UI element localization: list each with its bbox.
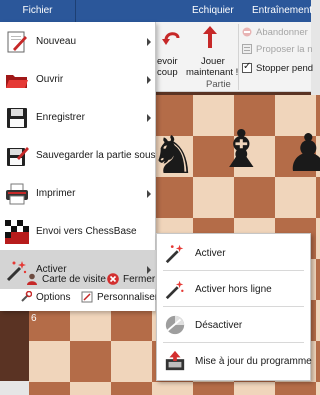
stop-pending-label: Stopper pend <box>256 63 314 74</box>
board-rank-label: 6 <box>31 313 37 324</box>
menu-item-open[interactable]: Ouvrir <box>0 60 156 99</box>
submenu-arrow-icon <box>147 76 151 84</box>
stop-pending-checkbox[interactable] <box>242 61 252 73</box>
customize-label: Personnaliser <box>97 291 159 303</box>
ribbon-separator <box>238 24 239 90</box>
resign-button[interactable]: Abandonner <box>256 27 308 38</box>
activate-wand-icon <box>164 242 186 264</box>
offer-draw-button[interactable]: Proposer la n <box>256 44 313 55</box>
black-pawn-piece[interactable]: ♟ <box>285 128 320 180</box>
customize-icon <box>81 291 93 303</box>
update-program-icon <box>164 350 186 372</box>
submenu-separator <box>163 342 304 343</box>
submenu-item-update-program[interactable]: Mise à jour du programme <box>157 344 312 378</box>
menu-item-label: Enregistrer <box>36 112 85 123</box>
activate-offline-icon <box>164 278 186 300</box>
submenu-item-label: Désactiver <box>195 319 243 331</box>
black-knight-piece[interactable]: ♞ <box>150 130 197 182</box>
close-icon <box>107 273 119 285</box>
new-document-icon <box>5 30 29 54</box>
menu-item-print[interactable]: Imprimer <box>0 174 156 213</box>
ribbon-group-label: Partie <box>206 79 231 90</box>
chessbase-icon <box>5 219 29 244</box>
tab-file[interactable]: Fichier <box>0 0 76 22</box>
save-disk-icon <box>5 106 29 130</box>
undo-move-icon <box>162 32 180 45</box>
file-menu: Nouveau Ouvrir Enregistrer Sauvegarder l… <box>0 22 158 311</box>
person-icon <box>26 273 38 285</box>
submenu-item-label: Activer <box>195 247 226 259</box>
options-button[interactable]: Options <box>20 290 71 303</box>
submenu-arrow-icon <box>147 114 151 122</box>
tab-board[interactable]: Echiquier <box>192 0 234 22</box>
business-card-button[interactable]: Carte de visite <box>26 273 106 285</box>
business-card-label: Carte de visite <box>42 273 106 285</box>
menu-item-label: Imprimer <box>36 188 76 199</box>
play-now-button-line2[interactable]: maintenant ! <box>186 67 238 78</box>
menu-item-new[interactable]: Nouveau <box>0 22 156 61</box>
ribbon-tab-bar: Fichier Echiquier Entraînement <box>0 0 312 22</box>
black-bishop-piece[interactable]: ♝ <box>218 124 265 176</box>
submenu-item-activate[interactable]: Activer <box>157 236 310 270</box>
customize-button[interactable]: Personnaliser <box>81 291 158 303</box>
open-folder-icon <box>5 68 29 92</box>
menu-item-label: Nouveau <box>36 36 77 47</box>
close-label: Fermer <box>123 273 156 285</box>
play-now-button-line1[interactable]: Jouer <box>201 56 225 67</box>
menu-item-label: Envoi vers ChessBase <box>36 226 137 237</box>
submenu-item-activate-offline[interactable]: Activer hors ligne <box>157 272 310 306</box>
submenu-separator <box>163 306 304 307</box>
menu-item-save-game-as[interactable]: Sauvegarder la partie sous <box>0 136 156 175</box>
resign-icon <box>242 27 252 37</box>
options-tools-icon <box>20 290 33 303</box>
submenu-item-label: Mise à jour du programme <box>195 355 312 367</box>
save-game-as-icon <box>5 144 29 168</box>
menu-item-label: Sauvegarder la partie sous <box>36 150 156 161</box>
close-button[interactable]: Fermer <box>107 273 155 285</box>
deactivate-icon <box>164 314 186 336</box>
printer-icon <box>5 182 29 206</box>
submenu-separator <box>163 270 304 271</box>
submenu-arrow-icon <box>147 38 151 46</box>
options-label: Options <box>36 291 71 303</box>
submenu-item-deactivate[interactable]: Désactiver <box>157 308 310 342</box>
menu-item-save[interactable]: Enregistrer <box>0 98 156 137</box>
offer-draw-icon <box>242 44 252 54</box>
menu-item-send-chessbase[interactable]: Envoi vers ChessBase <box>0 212 156 251</box>
tab-training[interactable]: Entraînement <box>252 0 312 22</box>
ribbon-button-fragment-line2[interactable]: coup <box>157 67 178 78</box>
play-now-arrow-icon <box>203 26 217 48</box>
submenu-item-label: Activer hors ligne <box>195 283 272 295</box>
submenu-arrow-icon <box>147 190 151 198</box>
activate-submenu: Activer Activer hors ligne Désactiver Mi… <box>156 233 312 381</box>
menu-item-label: Ouvrir <box>36 74 64 85</box>
ribbon-button-fragment-line1[interactable]: evoir <box>157 56 178 67</box>
